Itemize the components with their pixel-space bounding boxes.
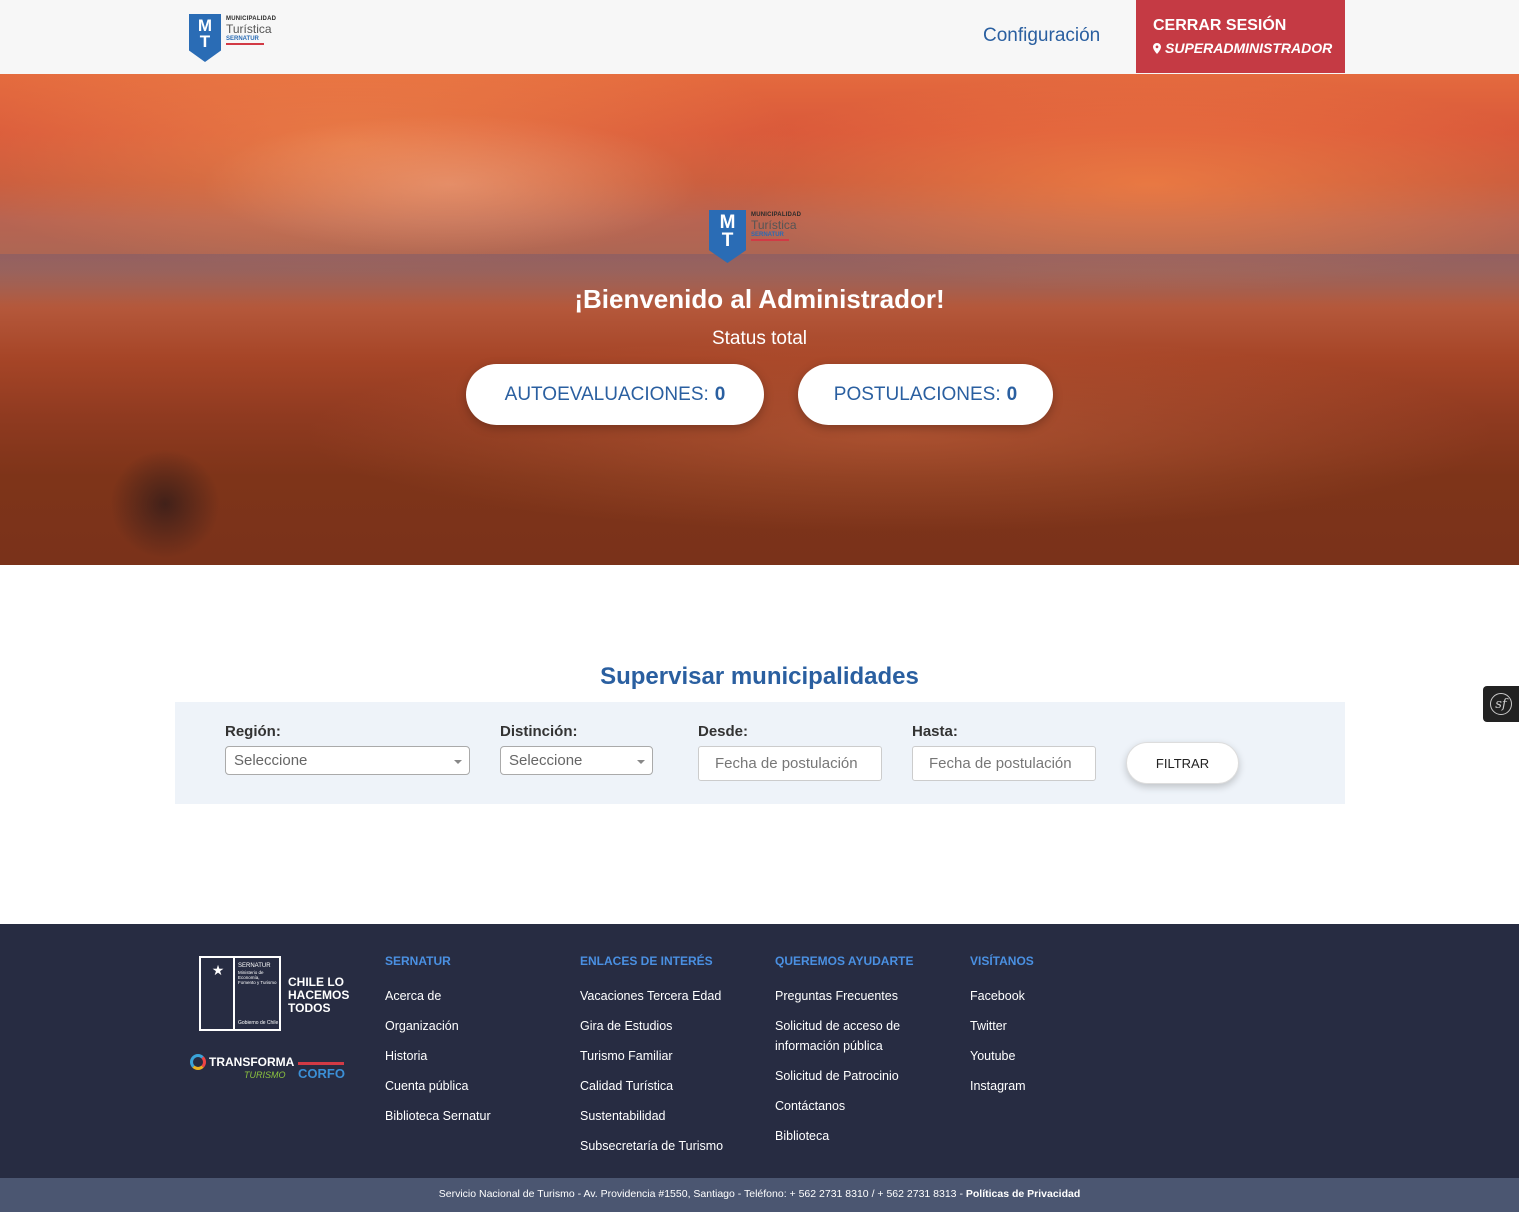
chevron-down-icon [454, 760, 462, 764]
gob-line1: SERNATUR [238, 963, 271, 969]
gob-line3: Gobierno de Chile [238, 1020, 279, 1026]
youtube-link[interactable]: Youtube [970, 1046, 1034, 1066]
configuracion-link[interactable]: Configuración [983, 25, 1100, 47]
privacy-policy-link[interactable]: Políticas de Privacidad [966, 1188, 1080, 1200]
contact-info: Servicio Nacional de Turismo - Av. Provi… [438, 1188, 966, 1200]
distincion-select-value: Seleccione [509, 752, 583, 769]
turismo-text: TURISMO [244, 1070, 286, 1080]
hero-title: ¡Bienvenido al Administrador! [574, 284, 945, 314]
footer-link[interactable]: Contáctanos [775, 1096, 935, 1116]
footer-col-head: ENLACES DE INTERÉS [580, 954, 713, 968]
site-footer: ★ SERNATUR Ministerio de Economía, Fomen… [0, 924, 1519, 1178]
logo-line3: SERNATUR [226, 35, 264, 45]
user-role-label: SUPERADMINISTRADOR [1165, 40, 1333, 56]
logo-divider [233, 958, 235, 1029]
footer-bottom-bar: Servicio Nacional de Turismo - Av. Provi… [0, 1178, 1519, 1212]
footer-col-head: SERNATUR [385, 954, 451, 968]
postulaciones-label: POSTULACIONES: [833, 383, 1001, 405]
hero-bg-figure [110, 449, 220, 559]
footer-link[interactable]: Vacaciones Tercera Edad [580, 986, 723, 1006]
gob-line2: Ministerio de Economía, Fomento y Turism… [238, 970, 277, 985]
postulaciones-stat[interactable]: POSTULACIONES: 0 [798, 364, 1053, 425]
transforma-text: TRANSFORMA [209, 1055, 295, 1069]
postulaciones-count: 0 [1006, 383, 1018, 405]
corfo-logo[interactable]: CORFO [298, 1062, 345, 1081]
hero-logo: M T MUNICIPALIDAD Turística SERNATUR [709, 210, 801, 263]
shield-logo-icon: M T [709, 210, 746, 263]
symfony-icon: sf [1490, 693, 1512, 715]
footer-link[interactable]: Cuenta pública [385, 1076, 491, 1096]
location-pin-icon [1153, 42, 1161, 54]
footer-link[interactable]: Organización [385, 1016, 491, 1036]
footer-col-head: QUEREMOS AYUDARTE [775, 954, 914, 968]
footer-link[interactable]: Sustentabilidad [580, 1106, 723, 1126]
hasta-date-input[interactable] [912, 746, 1096, 781]
instagram-link[interactable]: Instagram [970, 1076, 1034, 1096]
distincion-select[interactable]: Seleccione [500, 746, 653, 775]
twitter-link[interactable]: Twitter [970, 1016, 1034, 1036]
hero-bg-glow [200, 114, 700, 254]
footer-col-head: VISÍTANOS [970, 954, 1034, 968]
footer-link[interactable]: Preguntas Frecuentes [775, 986, 935, 1006]
hero-banner [0, 74, 1519, 565]
hasta-label: Hasta: [912, 723, 958, 740]
filter-panel: Región: Seleccione Distinción: Seleccion… [175, 702, 1345, 804]
footer-link[interactable]: Biblioteca Sernatur [385, 1106, 491, 1126]
footer-link[interactable]: Historia [385, 1046, 491, 1066]
region-select-value: Seleccione [234, 752, 308, 769]
hero-subtitle: Status total [711, 328, 808, 349]
footer-col-visitanos: VISÍTANOS Facebook Twitter Youtube Insta… [970, 954, 1034, 1106]
logout-button[interactable]: CERRAR SESIÓN SUPERADMINISTRADOR [1136, 0, 1345, 73]
filtrar-button[interactable]: FILTRAR [1126, 742, 1239, 784]
footer-link[interactable]: Subsecretaría de Turismo [580, 1136, 723, 1156]
supervise-title: Supervisar municipalidades [600, 663, 919, 690]
desde-date-input[interactable] [698, 746, 882, 781]
municipalidad-turistica-logo[interactable]: M T MUNICIPALIDAD Turística SERNATUR [189, 14, 276, 62]
logo-text: MUNICIPALIDAD Turística SERNATUR [226, 14, 276, 45]
coat-of-arms-icon: ★ [211, 962, 225, 978]
facebook-link[interactable]: Facebook [970, 986, 1034, 1006]
footer-link[interactable]: Solicitud de Patrocinio [775, 1066, 935, 1086]
shield-logo-icon: M T [189, 14, 221, 62]
gobierno-de-chile-logo[interactable]: ★ SERNATUR Ministerio de Economía, Fomen… [199, 956, 281, 1031]
autoevaluaciones-count: 0 [714, 383, 726, 405]
footer-col-enlaces: ENLACES DE INTERÉS Vacaciones Tercera Ed… [580, 954, 723, 1166]
chile-lo-hacemos-todos-logo: CHILE LO HACEMOS TODOS [288, 975, 350, 1015]
logo-line2: Turística [226, 22, 272, 36]
chevron-down-icon [637, 760, 645, 764]
transforma-turismo-logo[interactable]: TRANSFORMA TURISMO [190, 1054, 295, 1080]
footer-link[interactable]: Turismo Familiar [580, 1046, 723, 1066]
top-header: M T MUNICIPALIDAD Turística SERNATUR Con… [0, 0, 1519, 74]
autoevaluaciones-label: AUTOEVALUACIONES: [504, 383, 709, 405]
distincion-label: Distinción: [500, 723, 578, 740]
transforma-ring-icon [190, 1054, 206, 1070]
symfony-toolbar-toggle[interactable]: sf [1483, 686, 1519, 722]
footer-link[interactable]: Solicitud de acceso de información públi… [775, 1016, 935, 1056]
region-label: Región: [225, 723, 281, 740]
footer-link[interactable]: Gira de Estudios [580, 1016, 723, 1036]
footer-col-ayudarte: QUEREMOS AYUDARTE Preguntas Frecuentes S… [775, 954, 935, 1156]
desde-label: Desde: [698, 723, 749, 740]
footer-link[interactable]: Biblioteca [775, 1126, 935, 1146]
user-role: SUPERADMINISTRADOR [1153, 40, 1345, 56]
region-select[interactable]: Seleccione [225, 746, 470, 775]
gob-text: SERNATUR Ministerio de Economía, Fomento… [238, 963, 278, 985]
footer-link[interactable]: Acerca de [385, 986, 491, 1006]
hero-logo-text: MUNICIPALIDAD Turística SERNATUR [751, 210, 801, 263]
logout-label: CERRAR SESIÓN [1153, 17, 1287, 34]
footer-col-sernatur: SERNATUR Acerca de Organización Historia… [385, 954, 491, 1136]
autoevaluaciones-stat[interactable]: AUTOEVALUACIONES: 0 [466, 364, 764, 425]
footer-link[interactable]: Calidad Turística [580, 1076, 723, 1096]
